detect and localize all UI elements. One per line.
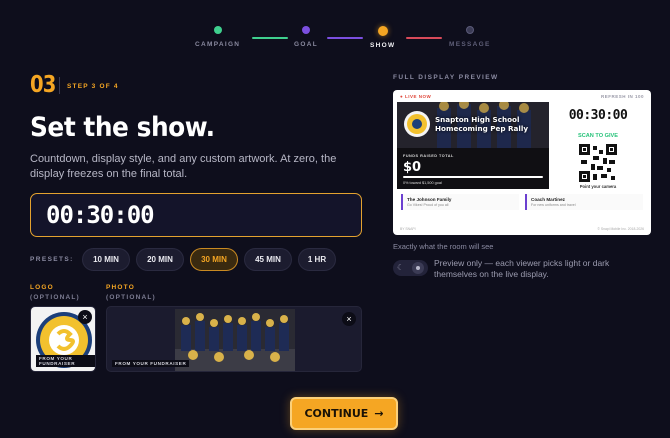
cheer-team-photo [175, 309, 295, 371]
step-dot [301, 26, 310, 34]
step-number: 03 [30, 72, 56, 98]
step-connector [327, 37, 363, 39]
live-indicator: ● LIVE NOW [400, 94, 432, 99]
step-show[interactable]: SHOW [370, 26, 395, 49]
step-label: MESSAGE [449, 41, 491, 48]
preview-goal-text: 0% toward $1,500 goal [403, 181, 442, 185]
presets-label: PRESETS: [30, 256, 74, 263]
donor-name: The Johnson Family [407, 197, 452, 202]
preview-timer: 00:30:00 [568, 108, 628, 123]
continue-button[interactable]: CONTINUE → [290, 397, 398, 430]
donor-message: Go Vikes! Proud of you all [407, 203, 449, 207]
donation-feed-item: Coach Martinez For new uniforms and trav… [525, 194, 643, 210]
preset-10-min[interactable]: 10 MIN [82, 248, 130, 271]
progress-stepper: CAMPAIGN GOAL SHOW MESSAGE [0, 26, 670, 56]
step-goal[interactable]: GOAL [294, 26, 318, 48]
preview-hero: Snapton High School Homecoming Pep Rally… [397, 102, 549, 189]
logo-upload-card[interactable]: × FROM YOUR FUNDRAISER [30, 306, 96, 372]
preview-raised-label: FUNDS RAISED TOTAL [403, 154, 454, 158]
divider [59, 77, 60, 94]
logo-optional: (OPTIONAL) [30, 294, 80, 301]
display-preview: ● LIVE NOW REFRESH IN 100 Snapton High S… [393, 90, 651, 235]
preview-progress-bar [403, 176, 543, 178]
preview-side-panel: 00:30:00 SCAN TO GIVE Point your camera [549, 102, 647, 189]
moon-icon: ☾ [397, 263, 405, 272]
step-message[interactable]: MESSAGE [449, 26, 491, 48]
photo-optional: (OPTIONAL) [106, 294, 156, 301]
logo-label-group: LOGO (OPTIONAL) [30, 283, 80, 303]
preview-caption: Exactly what the room will see [393, 242, 494, 251]
step-counter: STEP 3 OF 4 [67, 83, 119, 90]
preview-top-bar: ● LIVE NOW REFRESH IN 100 [400, 93, 644, 101]
preset-45-min[interactable]: 45 MIN [244, 248, 292, 271]
donor-message: For new uniforms and travel [531, 203, 576, 207]
page-subtitle: Countdown, display style, and any custom… [30, 153, 337, 180]
countdown-input[interactable]: 00:30:00 [30, 193, 362, 237]
arrow-right-icon: → [374, 407, 384, 420]
remove-logo-button[interactable]: × [78, 310, 92, 324]
photo-source-tag: FROM YOUR FUNDRAISER [112, 360, 190, 367]
step-label: GOAL [294, 41, 318, 48]
countdown-value: 00:30:00 [46, 201, 155, 229]
preview-raised-amount: $0 [403, 160, 422, 175]
step-connector [406, 37, 442, 39]
step-dot [465, 26, 474, 34]
continue-label: CONTINUE [304, 407, 369, 420]
page-title: Set the show. [30, 112, 215, 143]
remove-photo-button[interactable]: × [342, 312, 356, 326]
scan-to-give-label: SCAN TO GIVE [578, 133, 618, 139]
theme-toggle[interactable]: ☾ [393, 260, 428, 276]
preview-section-label: FULL DISPLAY PREVIEW [393, 74, 499, 81]
step-dot [213, 26, 222, 34]
preview-footer-brand: BY SNAPI [400, 227, 416, 231]
photo-upload-card[interactable]: × FROM YOUR FUNDRAISER [106, 306, 362, 372]
theme-toggle-help: Preview only — each viewer picks light o… [434, 258, 610, 279]
step-connector [252, 37, 288, 39]
step-label: SHOW [370, 42, 396, 49]
step-campaign[interactable]: CAMPAIGN [195, 26, 240, 48]
logo-source-tag: FROM YOUR FUNDRAISER [36, 355, 95, 367]
step-dot [377, 26, 388, 36]
preview-camera-hint: Point your camera [579, 184, 617, 189]
donation-feed-item: The Johnson Family Go Vikes! Proud of yo… [401, 194, 519, 210]
sun-icon [412, 262, 424, 274]
preview-event-title: Snapton High School Homecoming Pep Rally [435, 115, 529, 133]
step-label: CAMPAIGN [195, 41, 241, 48]
logo-label: LOGO [30, 284, 54, 291]
refresh-countdown: REFRESH IN 100 [600, 94, 644, 99]
photo-label: PHOTO [106, 284, 135, 291]
donor-name: Coach Martinez [531, 197, 565, 202]
qr-code-icon [579, 144, 617, 182]
preset-1-hr[interactable]: 1 HR [298, 248, 336, 271]
preset-30-min[interactable]: 30 MIN [190, 248, 238, 271]
preview-footer-copyright: © Snapi Mobile Inc. 2018-2026 [597, 227, 644, 231]
preset-20-min[interactable]: 20 MIN [136, 248, 184, 271]
photo-label-group: PHOTO (OPTIONAL) [106, 283, 156, 303]
